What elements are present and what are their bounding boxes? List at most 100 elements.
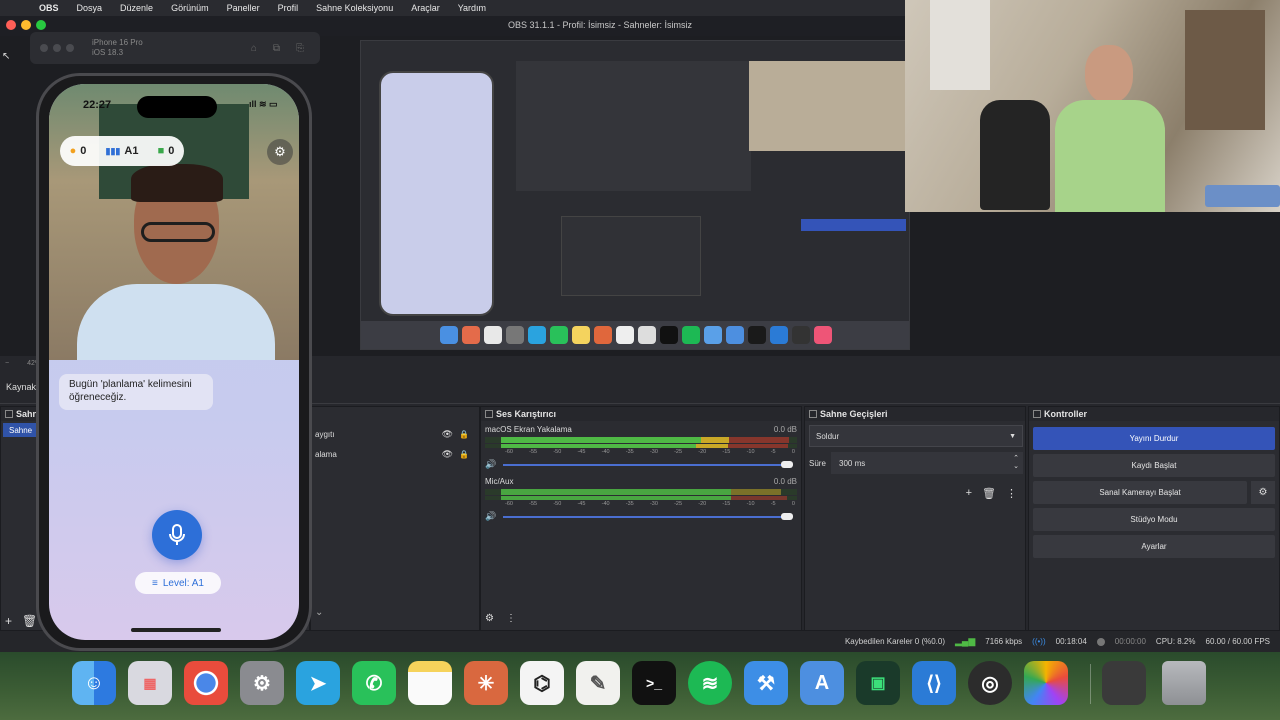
menu-paneller[interactable]: Paneller <box>218 3 269 13</box>
menu-yardim[interactable]: Yardım <box>449 3 495 13</box>
spotify-icon[interactable]: ≋ <box>688 661 732 705</box>
minimized-window-icon[interactable] <box>1102 661 1146 705</box>
lock-icon[interactable]: 🔒 <box>459 430 469 439</box>
telegram-icon[interactable]: ➤ <box>296 661 340 705</box>
gear-icon[interactable]: ⚙ <box>485 613 494 624</box>
transitions-header: Sahne Geçişleri <box>805 407 1025 421</box>
claude-icon[interactable]: ✳ <box>464 661 508 705</box>
rotate-icon[interactable]: ⎘ <box>296 43 304 54</box>
book-icon: ■ <box>157 145 165 157</box>
tab-kaynak[interactable]: Kaynak <box>6 382 36 392</box>
add-icon[interactable]: + <box>966 487 972 500</box>
chrome-icon[interactable] <box>184 661 228 705</box>
duration-input[interactable]: 300 ms ⌃ ⌄ <box>831 452 1023 474</box>
system-settings-icon[interactable]: ⚙ <box>240 661 284 705</box>
stream-icon: ((•)) <box>1032 637 1046 646</box>
meter-ticks: -60 -55 -50 -45 -40 -35 -30 -25 -20 -15 -10 -5 0 <box>505 501 795 507</box>
volume-slider[interactable]: 🔊 <box>485 458 797 470</box>
settings-button[interactable]: Ayarlar <box>1033 535 1275 558</box>
gear-icon[interactable]: ⚙ <box>267 139 293 165</box>
xcode-icon[interactable]: ⚒ <box>744 661 788 705</box>
whatsapp-icon[interactable]: ✆ <box>352 661 396 705</box>
menu-profil[interactable]: Profil <box>269 3 308 13</box>
trash-icon[interactable] <box>1162 661 1206 705</box>
finder-icon[interactable]: ☺ <box>72 661 116 705</box>
sim-close-icon[interactable] <box>40 44 48 52</box>
dock-float-icon[interactable] <box>485 410 493 418</box>
phone-screen: 22:27 ıll ≋ ▭ ● 0 ▮▮▮ A1 ■ 0 ⚙ Bugün 'planl… <box>49 84 299 640</box>
cursor-icon[interactable]: ▣ <box>856 661 900 705</box>
more-options-icon[interactable]: ⋮ <box>1006 487 1017 500</box>
eye-icon[interactable]: 👁 <box>442 449 453 460</box>
controls-header: Kontroller <box>1029 407 1279 421</box>
duration-label: Süre <box>809 458 826 468</box>
zoom-window-icon[interactable] <box>36 20 46 30</box>
simulator-icon[interactable]: A <box>800 661 844 705</box>
studio-mode-button[interactable]: Stüdyo Modu <box>1033 508 1275 531</box>
zoom-minus-icon[interactable]: − <box>5 360 9 367</box>
source-item[interactable]: alama 👁 🔒 <box>311 445 481 463</box>
stepper-icon[interactable]: ⌃ ⌄ <box>1013 455 1019 471</box>
chatgpt-icon[interactable]: ⌬ <box>520 661 564 705</box>
device-os: iOS 18.3 <box>92 48 124 57</box>
trash-icon[interactable]: 🗑 <box>982 487 996 500</box>
vscode-icon[interactable]: ⟨⟩ <box>912 661 956 705</box>
chevron-down-icon[interactable]: ⌄ <box>315 607 323 618</box>
dock-float-icon[interactable] <box>1033 410 1041 418</box>
scene-item-sahne[interactable]: Sahne <box>3 423 37 437</box>
trash-icon[interactable]: 🗑 <box>22 614 37 628</box>
source-item[interactable]: aygıtı 👁 🔒 <box>311 425 481 443</box>
nested-dock <box>361 321 909 349</box>
webcam-window <box>930 0 990 90</box>
volume-slider[interactable]: 🔊 <box>485 510 797 522</box>
level-badge: A1 <box>124 145 139 157</box>
sim-zoom-icon[interactable] <box>66 44 74 52</box>
menu-obs[interactable]: OBS <box>30 3 68 13</box>
virtual-camera-settings-gear-icon[interactable]: ⚙ <box>1251 481 1275 504</box>
minimize-window-icon[interactable] <box>21 20 31 30</box>
audio-mixer-panel: Ses Karıştırıcı macOS Ekran Yakalama 0.0 … <box>480 406 802 652</box>
obs-icon[interactable]: ◎ <box>968 661 1012 705</box>
start-recording-button[interactable]: Kaydı Başlat <box>1033 454 1275 477</box>
menu-dosya[interactable]: Dosya <box>68 3 112 13</box>
webcam-keyboard <box>1205 185 1280 207</box>
photos-icon[interactable] <box>1024 661 1068 705</box>
launchpad-icon[interactable]: ▦ <box>128 661 172 705</box>
volume-meter <box>485 437 797 443</box>
menu-duzenle[interactable]: Düzenle <box>111 3 162 13</box>
close-window-icon[interactable] <box>6 20 16 30</box>
add-scene-icon[interactable]: + <box>5 614 12 628</box>
textedit-icon[interactable]: ✎ <box>576 661 620 705</box>
level-selector[interactable]: ≡ Level: A1 <box>135 572 221 594</box>
mixer-channel-desktop: macOS Ekran Yakalama 0.0 dB -60 -55 -50 -45-… <box>485 425 797 470</box>
stop-stream-button[interactable]: Yayını Durdur <box>1033 427 1275 450</box>
teacher-avatar-image <box>49 84 299 360</box>
volume-knob[interactable] <box>781 513 793 520</box>
speaker-icon[interactable]: 🔊 <box>485 459 499 470</box>
stream-time: 00:18:04 <box>1055 637 1087 646</box>
nested-mixer <box>561 216 701 296</box>
dynamic-island <box>137 96 217 118</box>
transition-select[interactable]: Soldur ▼ <box>809 425 1023 447</box>
dock-float-icon[interactable] <box>809 410 817 418</box>
eye-icon[interactable]: 👁 <box>442 429 453 440</box>
ios-status-bar: 22:27 ıll ≋ ▭ <box>49 96 299 118</box>
home-icon[interactable]: ⌂ <box>251 43 257 54</box>
mixer-toolbar: ⚙ ⋮ <box>485 613 516 624</box>
lock-icon[interactable]: 🔒 <box>459 450 469 459</box>
menu-sahne-koleksiyonu[interactable]: Sahne Koleksiyonu <box>307 3 402 13</box>
dock-float-icon[interactable] <box>5 410 13 418</box>
menu-gorunum[interactable]: Görünüm <box>162 3 218 13</box>
start-virtual-camera-button[interactable]: Sanal Kamerayı Başlat <box>1033 481 1247 504</box>
more-options-icon[interactable]: ⋮ <box>506 613 516 624</box>
sim-minimize-icon[interactable] <box>53 44 61 52</box>
terminal-icon[interactable]: >_ <box>632 661 676 705</box>
iphone-frame: 22:27 ıll ≋ ▭ ● 0 ▮▮▮ A1 ■ 0 ⚙ Bugün 'planl… <box>36 73 312 651</box>
volume-knob[interactable] <box>781 461 793 468</box>
simulator-toolbar: iPhone 16 Pro iOS 18.3 ⌂ ⧉ ⎘ <box>30 32 320 64</box>
notes-icon[interactable] <box>408 661 452 705</box>
screenshot-icon[interactable]: ⧉ <box>273 43 280 54</box>
speaker-icon[interactable]: 🔊 <box>485 511 499 522</box>
menu-araclar[interactable]: Araçlar <box>402 3 449 13</box>
microphone-button[interactable] <box>152 510 202 560</box>
